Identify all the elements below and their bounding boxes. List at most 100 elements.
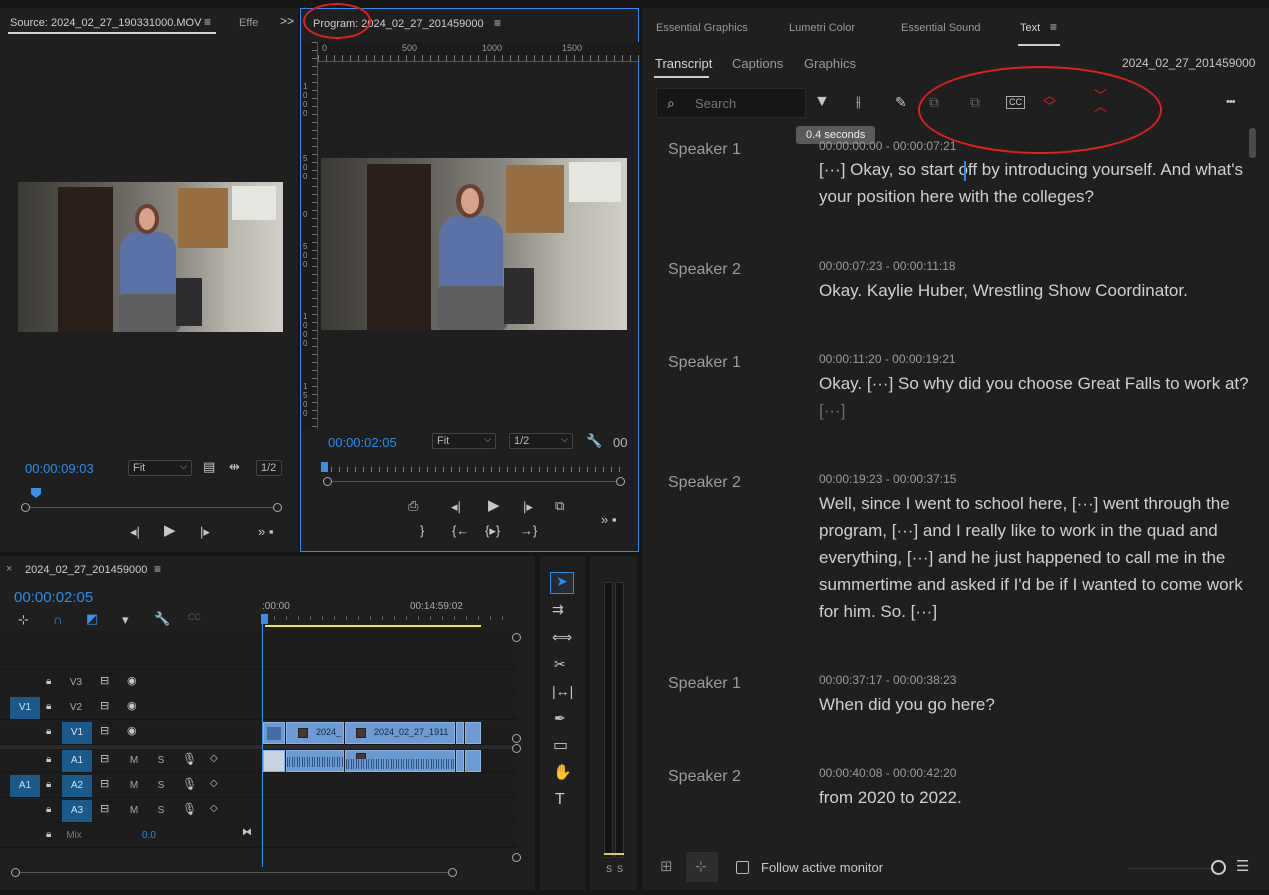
mark-out-icon[interactable]: } [420,524,424,537]
play-icon[interactable]: ▶ [488,498,500,513]
step-back-icon[interactable]: ◂| [130,525,140,538]
track-target-v1[interactable]: V1 [62,722,92,744]
source-zoom-left-handle[interactable] [21,503,30,512]
lock-icon[interactable]: 🔒︎ [46,805,51,815]
lock-icon[interactable]: 🔒︎ [46,727,51,737]
timeline-hscroll-right[interactable] [448,868,457,877]
snap-magnet-icon[interactable]: ∩ [53,613,62,626]
solo-right-button[interactable]: S [615,864,625,874]
video-clip[interactable]: 2024_ [286,722,344,744]
timeline-vscroll-mid[interactable] [512,734,521,743]
wrench-icon[interactable]: 🔧 [586,434,602,447]
transcript-line[interactable]: from 2020 to 2022. [819,788,962,808]
rectangle-tool-icon[interactable]: ▭ [553,738,568,754]
program-resolution-dropdown[interactable]: 1/2 ⌵ [509,433,573,449]
search-box[interactable]: ⌕ [656,88,806,118]
settings-sliders-icon[interactable]: ☰ [1236,859,1249,874]
program-timecode[interactable]: 00:00:02:05 [328,435,397,450]
transcript-line[interactable]: Well, since I went to school here, [···]… [819,494,1230,514]
insert-overlay-icon[interactable]: ⇹ [229,460,240,473]
sync-lock-icon[interactable]: ⊟ [100,779,109,790]
selection-tool[interactable]: ➤ [550,572,574,594]
search-input[interactable] [695,94,795,112]
solo-left-button[interactable]: S [604,864,614,874]
transcript-line[interactable]: Okay. [···] So why did you choose Great … [819,374,1249,394]
filter-icon[interactable]: ▼ [814,94,830,110]
mute-button[interactable]: M [128,780,140,791]
subtab-captions[interactable]: Captions [732,56,783,71]
speaker-label[interactable]: Speaker 1 [668,354,741,372]
eye-icon[interactable]: ◉ [127,726,137,737]
hamburger-icon[interactable]: ≡ [204,16,211,28]
ripple-edit-tool-icon[interactable]: ⟺ [552,630,572,644]
subtab-transcript[interactable]: Transcript [655,56,712,71]
sync-lock-icon[interactable]: ⊟ [100,804,109,815]
track-target-a3[interactable]: A3 [62,800,92,822]
track-select-tool-icon[interactable]: ⇉ [552,602,564,616]
step-forward-icon[interactable]: |▸ [200,525,210,538]
transcript-line[interactable]: everything, [···] and he just happened t… [819,548,1225,568]
lock-icon[interactable]: 🔒︎ [46,780,51,790]
tab-lumetri-color[interactable]: Lumetri Color [789,22,855,34]
pen-tool-icon[interactable]: ✒ [554,711,566,725]
tab-essential-sound[interactable]: Essential Sound [901,22,981,34]
transcript-line[interactable]: When did you go here? [819,695,995,715]
transcript-line[interactable]: [···] Okay, so start off by introducing … [819,160,1243,180]
go-to-out-icon[interactable]: →} [520,524,537,537]
program-zoom-left-handle[interactable] [323,477,332,486]
source-timecode[interactable]: 00:00:09:03 [25,461,94,476]
follow-monitor-label[interactable]: Follow active monitor [761,860,883,875]
source-zoom-right-handle[interactable] [273,503,282,512]
video-clip[interactable] [465,722,481,744]
program-zoom-right-handle[interactable] [616,477,625,486]
nest-icon[interactable]: ⊹ [18,613,29,626]
type-tool-icon[interactable]: T [555,792,565,808]
source-zoom-track[interactable] [27,507,277,508]
speaker-label[interactable]: Speaker 1 [668,141,741,159]
source-playhead-marker[interactable] [31,488,41,498]
microphone-icon[interactable]: 🎙︎ [182,778,197,790]
razor-tool-icon[interactable]: ✂ [554,657,566,671]
multicam-icon[interactable]: ⧉ [555,499,564,512]
safe-margins-icon[interactable]: ▤ [203,460,215,473]
hamburger-icon[interactable]: ≡ [1050,21,1057,33]
track-label-v3[interactable]: V3 [64,677,88,688]
lock-icon[interactable]: 🔒︎ [46,755,51,765]
lock-icon[interactable]: 🔒︎ [46,830,51,840]
timeline-hscroll-track[interactable] [16,872,456,873]
mix-end-icon[interactable]: ⧓ [242,828,252,838]
audio-clip[interactable] [263,750,285,772]
marker-icon[interactable]: ▾ [122,613,129,626]
microphone-icon[interactable]: 🎙︎ [182,753,197,765]
go-to-timeline-icon[interactable]: ⊞ [660,859,673,874]
captions-icon[interactable]: CC [188,613,201,622]
play-icon[interactable]: ▶ [164,523,176,538]
transcript-line[interactable]: [···] [819,401,845,421]
keyframe-icon[interactable]: ◇ [210,754,218,764]
tab-essential-graphics[interactable]: Essential Graphics [656,22,748,34]
sync-lock-icon[interactable]: ⊟ [100,701,109,712]
timeline-vscroll-top[interactable] [512,633,521,642]
more-options-icon[interactable]: ••• [1226,97,1236,108]
mute-button[interactable]: M [128,805,140,816]
text-size-slider-knob[interactable] [1211,860,1226,875]
mix-value[interactable]: 0.0 [142,830,156,841]
audio-clip[interactable] [456,750,464,772]
timeline-hscroll-left[interactable] [11,868,20,877]
microphone-icon[interactable]: 🎙︎ [182,803,197,815]
follow-monitor-checkbox[interactable] [736,861,749,874]
sync-lock-icon[interactable]: ⊟ [100,676,109,687]
lock-icon[interactable]: 🔒︎ [46,702,51,712]
source-fit-dropdown[interactable]: Fit ⌵ [128,460,192,476]
transcript-line[interactable]: Okay. Kaylie Huber, Wrestling Show Coord… [819,281,1188,301]
mute-button[interactable]: M [128,755,140,766]
transcript-line[interactable]: for him. So. [···] [819,602,937,622]
lock-icon[interactable]: 🔒︎ [46,677,51,687]
overflow-tabs-icon[interactable]: >> [280,15,294,27]
step-forward-icon[interactable]: |▸ [523,500,533,513]
step-back-icon[interactable]: ◂| [451,500,461,513]
audio-clip[interactable] [286,750,344,772]
video-clip[interactable] [456,722,464,744]
transcript-line[interactable]: your position here with the colleges? [819,187,1094,207]
video-clip[interactable]: 2024_02_27_1911 [345,722,455,744]
